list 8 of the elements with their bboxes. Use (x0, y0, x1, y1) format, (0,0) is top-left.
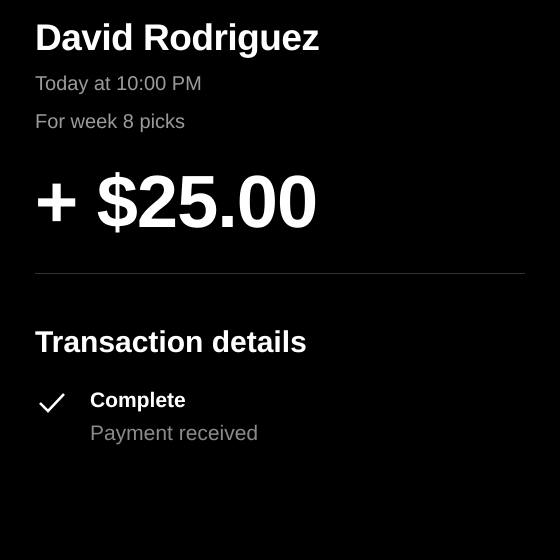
status-title: Complete (90, 388, 187, 414)
section-title: Transaction details (35, 325, 308, 361)
person-name: David Rodriguez (35, 16, 320, 60)
payment-note: For week 8 picks (35, 110, 186, 134)
amount: + $25.00 (35, 160, 318, 244)
status-subtitle: Payment received (90, 421, 258, 447)
timestamp: Today at 10:00 PM (35, 72, 203, 96)
check-icon (38, 392, 66, 414)
